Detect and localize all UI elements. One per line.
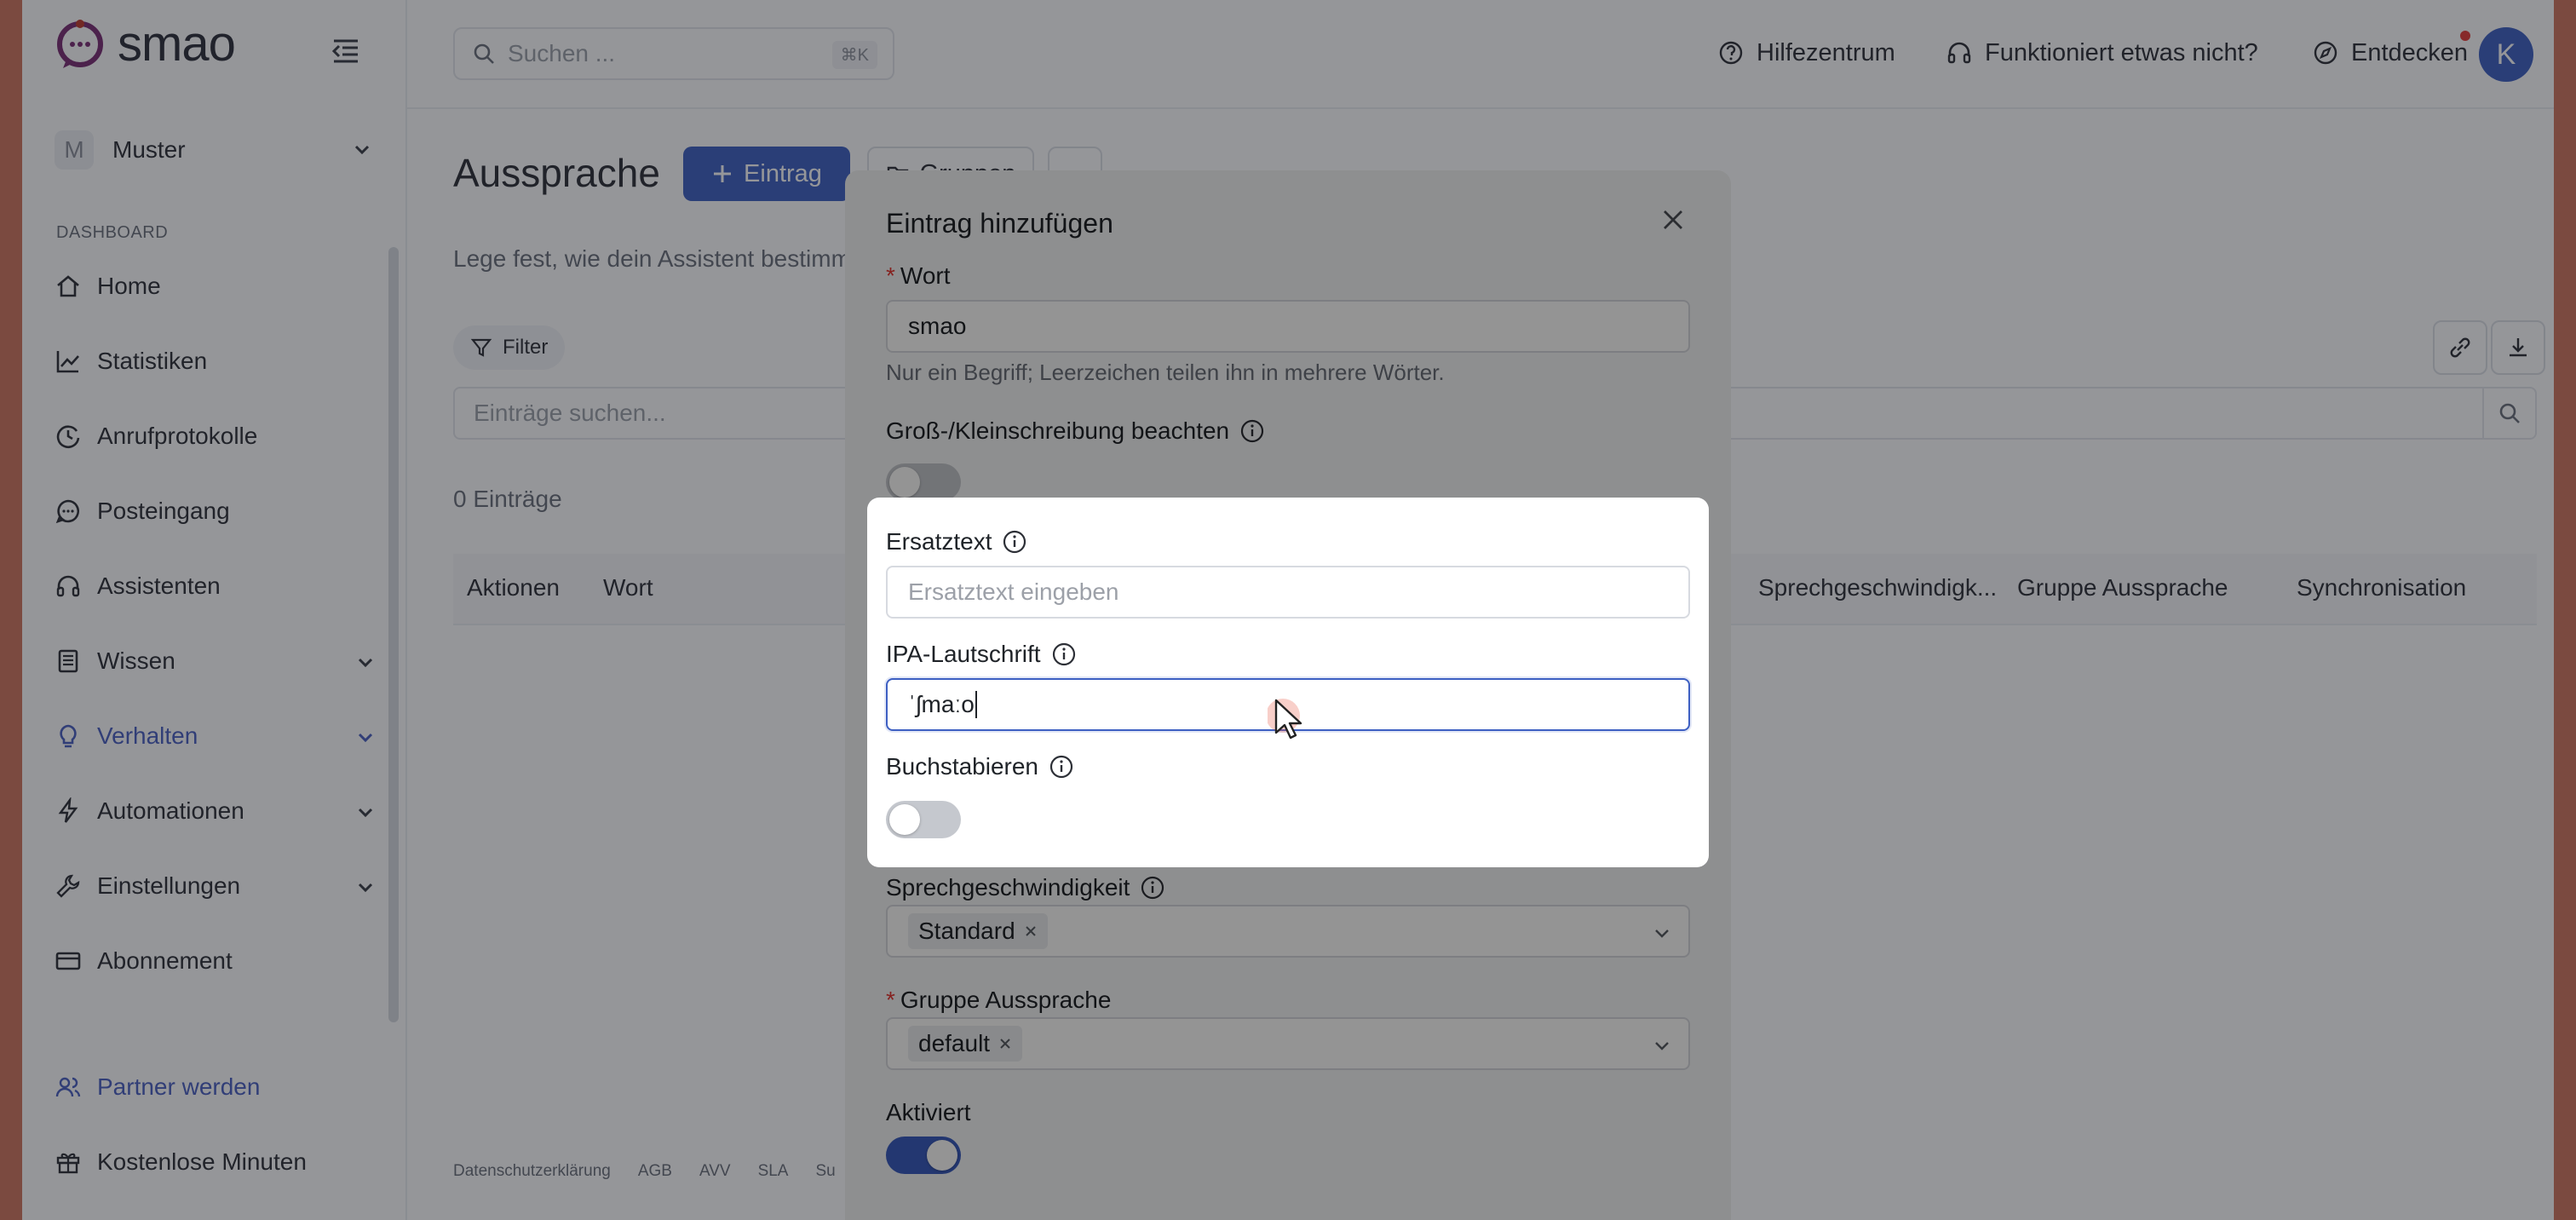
replacement-input[interactable]: Ersatztext eingeben [886,566,1690,619]
case-sensitive-label: Groß-/Kleinschreibung beachten [886,417,1265,445]
speed-label: Sprechgeschwindigkeit [886,874,1165,901]
replacement-placeholder: Ersatztext eingeben [908,578,1119,605]
close-icon[interactable] [1659,206,1687,233]
word-value: smao [908,313,967,339]
info-icon[interactable] [1051,642,1077,667]
chevron-down-icon [1655,929,1669,938]
speed-select[interactable]: Standard [886,905,1690,958]
speed-tag: Standard [908,913,1048,949]
remove-tag-icon[interactable] [1024,924,1038,938]
case-sensitive-toggle[interactable] [886,463,961,501]
app-window: smao M Muster DASHBOARD Home Statistiken… [22,0,2554,1220]
pronunciation-fields-card: Ersatztext Ersatztext eingeben IPA-Lauts… [867,498,1709,867]
active-toggle[interactable] [886,1137,961,1174]
chevron-down-icon [1655,1042,1669,1050]
info-icon[interactable] [1002,529,1027,555]
word-help-text: Nur ein Begriff; Leerzeichen teilen ihn … [886,360,1445,385]
spell-label: Buchstabieren [886,753,1074,780]
replacement-label: Ersatztext [886,528,1027,555]
spell-toggle[interactable] [886,801,961,838]
word-input[interactable]: smao [886,300,1690,353]
ipa-label: IPA-Lautschrift [886,641,1077,668]
group-label: * Gruppe Aussprache [886,987,1112,1013]
active-label: Aktiviert [886,1099,971,1125]
ipa-value: ˈʃmaːo [908,691,975,717]
dialog-title: Eintrag hinzufügen [886,208,1113,239]
info-icon[interactable] [1049,754,1074,780]
info-icon[interactable] [1239,418,1265,444]
speed-tag-label: Standard [918,918,1015,944]
group-tag: default [908,1026,1023,1062]
text-caret [975,691,977,718]
word-label: * Wort [886,262,951,289]
group-tag-label: default [918,1030,991,1056]
info-icon[interactable] [1140,875,1165,901]
mouse-cursor-icon [1268,699,1302,739]
group-select[interactable]: default [886,1017,1690,1070]
remove-tag-icon[interactable] [998,1037,1012,1050]
